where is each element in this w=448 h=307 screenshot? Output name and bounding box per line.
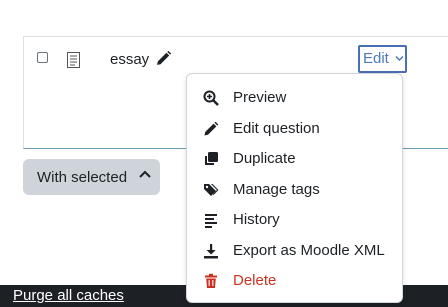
edit-menu-label: Edit xyxy=(363,50,389,67)
zoom-in-icon xyxy=(203,90,219,106)
chevron-up-icon xyxy=(139,170,151,178)
menu-item-edit-question[interactable]: Edit question xyxy=(187,114,402,144)
download-icon xyxy=(204,244,218,259)
edit-menu-toggle[interactable]: Edit xyxy=(358,45,407,73)
menu-item-label: Export as Moodle XML xyxy=(233,242,385,259)
menu-item-label: Delete xyxy=(233,272,277,289)
chevron-down-icon xyxy=(395,55,404,62)
duplicate-icon xyxy=(205,152,218,165)
menu-item-export-xml[interactable]: Export as Moodle XML xyxy=(187,236,402,266)
menu-item-delete[interactable]: Delete xyxy=(187,266,402,296)
select-question-checkbox[interactable] xyxy=(37,52,48,63)
question-name: essay xyxy=(110,51,150,68)
menu-item-label: Duplicate xyxy=(233,150,296,167)
trash-icon xyxy=(205,273,217,288)
pencil-icon xyxy=(204,121,219,136)
menu-item-label: Preview xyxy=(233,89,287,106)
page: essay Edit With selected Purge all cache… xyxy=(0,0,448,307)
with-selected-button[interactable]: With selected xyxy=(23,159,160,195)
essay-qtype-icon xyxy=(67,52,80,68)
purge-caches-link[interactable]: Purge all caches xyxy=(13,287,124,305)
menu-item-duplicate[interactable]: Duplicate xyxy=(187,144,402,174)
menu-item-history[interactable]: History xyxy=(187,205,402,235)
menu-item-preview[interactable]: Preview xyxy=(187,83,402,113)
with-selected-label: With selected xyxy=(37,169,128,186)
menu-item-label: History xyxy=(233,211,280,228)
history-icon xyxy=(205,214,217,228)
menu-item-label: Edit question xyxy=(233,120,320,137)
menu-item-manage-tags[interactable]: Manage tags xyxy=(187,175,402,205)
menu-item-label: Manage tags xyxy=(233,181,320,198)
edit-dropdown-menu: Preview Edit question Duplicate Manage t… xyxy=(186,73,403,303)
pencil-icon[interactable] xyxy=(155,50,172,67)
tags-icon xyxy=(204,184,219,196)
